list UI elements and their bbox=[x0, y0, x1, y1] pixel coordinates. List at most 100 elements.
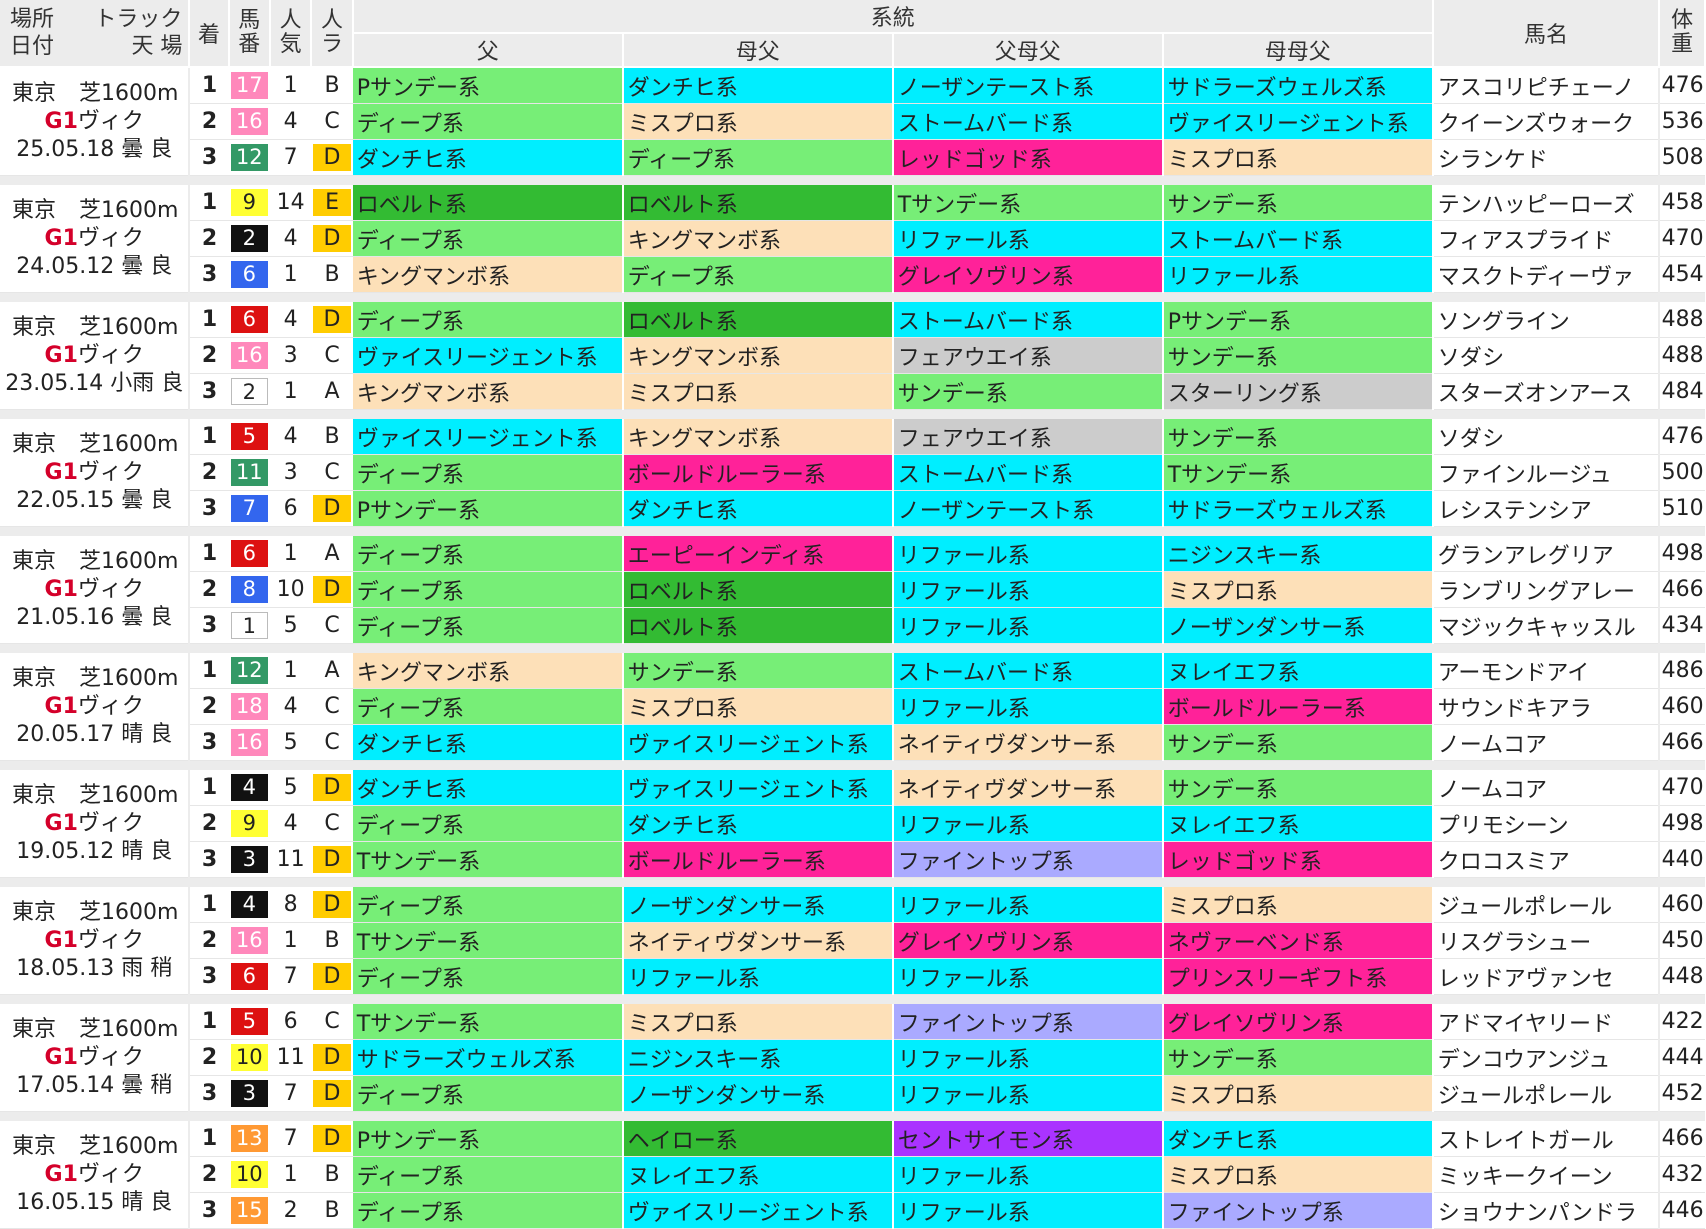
father-mother-father-line-cell: リファール系 bbox=[892, 1192, 1164, 1229]
race-weather: 晴 bbox=[121, 721, 144, 747]
mother-father-line-cell: ヴァイスリージェント系 bbox=[622, 724, 894, 761]
mother-father-line-cell: ノーザンダンサー系 bbox=[622, 1075, 894, 1112]
umaban-badge: 10 bbox=[230, 1044, 268, 1071]
table-row: 2 18 4 C ディープ系 ミスプロ系 リファール系 ボールドルーラー系 サウ… bbox=[0, 688, 1705, 725]
nra-badge: B bbox=[324, 1198, 340, 1223]
weight-cell: 454 bbox=[1659, 256, 1705, 293]
horse-name-cell: マジックキャッスル bbox=[1432, 607, 1661, 644]
horse-name-cell: ジュールポレール bbox=[1432, 1075, 1661, 1112]
mother-mother-father-line-cell: サンデー系 bbox=[1162, 419, 1434, 455]
table-row: 3 6 7 D ディープ系 リファール系 リファール系 プリンスリーギフト系 レ… bbox=[0, 958, 1705, 995]
father-line-cell: ディープ系 bbox=[352, 302, 624, 338]
nra-cell: B bbox=[311, 1156, 353, 1193]
nra-cell: D bbox=[311, 1075, 353, 1112]
chaku-cell: 3 bbox=[189, 1192, 229, 1229]
nra-badge: B bbox=[324, 262, 340, 287]
nra-badge: D bbox=[313, 846, 351, 873]
umaban-badge: 6 bbox=[230, 306, 268, 333]
weight-cell: 476 bbox=[1659, 419, 1705, 455]
header-weather-ground: 天 場 bbox=[131, 34, 183, 59]
weight-cell: 448 bbox=[1659, 958, 1705, 995]
umaban-badge: 16 bbox=[230, 927, 268, 954]
mother-father-line-cell: ディープ系 bbox=[622, 256, 894, 293]
father-line-cell: キングマンボ系 bbox=[352, 373, 624, 410]
nra-cell: D bbox=[311, 841, 353, 878]
table-header: 場所 トラック 日付 天 場 着 馬番 人気 人ラ 系統 馬名 体重 父 母父 父母… bbox=[0, 0, 1706, 68]
ninki-cell: 7 bbox=[269, 139, 312, 176]
nra-cell: D bbox=[311, 139, 353, 176]
weight-cell: 500 bbox=[1659, 454, 1705, 491]
father-line-cell: ダンチヒ系 bbox=[352, 139, 624, 176]
ninki-cell: 3 bbox=[269, 337, 312, 374]
father-line-cell: ディープ系 bbox=[352, 805, 624, 842]
mother-father-line-cell: ニジンスキー系 bbox=[622, 1039, 894, 1076]
nra-cell: E bbox=[311, 185, 353, 221]
weight-cell: 466 bbox=[1659, 724, 1705, 761]
horse-name-cell: ファインルージュ bbox=[1432, 454, 1661, 491]
father-line-cell: ヴァイスリージェント系 bbox=[352, 419, 624, 455]
father-mother-father-line-cell: ストームバード系 bbox=[892, 653, 1164, 689]
mother-mother-father-line-cell: ネヴァーベンド系 bbox=[1162, 922, 1434, 959]
table-body: 東京 芝1600m G1ヴィク 25.05.18 曇 良 1 17 1 B Pサン… bbox=[0, 67, 1705, 1229]
chaku-cell: 2 bbox=[189, 103, 229, 140]
horse-name-cell: クイーンズウォーク bbox=[1432, 103, 1661, 140]
mother-mother-father-line-cell: サンデー系 bbox=[1162, 724, 1434, 761]
mother-father-line-cell: ミスプロ系 bbox=[622, 373, 894, 410]
table-row: 3 12 7 D ダンチヒ系 ディープ系 レッドゴッド系 ミスプロ系 シランケド… bbox=[0, 139, 1705, 176]
nra-cell: C bbox=[311, 688, 353, 725]
weight-cell: 498 bbox=[1659, 805, 1705, 842]
horse-name-cell: レッドアヴァンセ bbox=[1432, 958, 1661, 995]
umaban-badge: 16 bbox=[230, 342, 268, 369]
umaban-badge: 2 bbox=[230, 378, 268, 405]
race-separator bbox=[0, 760, 1705, 770]
ninki-cell: 4 bbox=[269, 302, 312, 338]
weight-cell: 452 bbox=[1659, 1075, 1705, 1112]
umaban-badge: 10 bbox=[230, 1161, 268, 1188]
race-date: 25.05.18 bbox=[16, 136, 115, 162]
race-weather: 曇 bbox=[121, 136, 144, 162]
race-ground: 良 bbox=[150, 1189, 173, 1215]
mother-mother-father-line-cell: サドラーズウェルズ系 bbox=[1162, 67, 1434, 104]
ninki-cell: 1 bbox=[269, 256, 312, 293]
race-date: 24.05.12 bbox=[16, 253, 115, 279]
race-name: ヴィク bbox=[77, 1161, 144, 1187]
weight-cell: 488 bbox=[1659, 337, 1705, 374]
father-mother-father-line-cell: リファール系 bbox=[892, 571, 1164, 608]
father-mother-father-line-cell: リファール系 bbox=[892, 805, 1164, 842]
father-line-cell: ヴァイスリージェント系 bbox=[352, 337, 624, 374]
weight-cell: 458 bbox=[1659, 185, 1705, 221]
table-row: 2 16 1 B Tサンデー系 ネイティヴダンサー系 グレイソヴリン系 ネヴァー… bbox=[0, 922, 1705, 959]
mother-mother-father-line-cell: ストームバード系 bbox=[1162, 220, 1434, 257]
ninki-cell: 1 bbox=[269, 373, 312, 410]
ninki-cell: 1 bbox=[269, 67, 312, 104]
father-mother-father-line-cell: ノーザンテースト系 bbox=[892, 67, 1164, 104]
nra-badge: A bbox=[324, 541, 340, 566]
ninki-cell: 4 bbox=[269, 103, 312, 140]
race-date: 23.05.14 bbox=[5, 370, 104, 396]
mother-father-line-cell: ノーザンダンサー系 bbox=[622, 887, 894, 923]
race-weather: 曇 bbox=[121, 1072, 144, 1098]
father-mother-father-line-cell: フェアウエイ系 bbox=[892, 337, 1164, 374]
mother-father-line-cell: ヘイロー系 bbox=[622, 1121, 894, 1157]
table-row: 2 10 11 D サドラーズウェルズ系 ニジンスキー系 リファール系 サンデー… bbox=[0, 1039, 1705, 1076]
nra-badge: B bbox=[324, 1162, 340, 1187]
nra-cell: C bbox=[311, 724, 353, 761]
horse-name-cell: アスコリピチェーノ bbox=[1432, 67, 1661, 104]
weight-cell: 446 bbox=[1659, 1192, 1705, 1229]
nra-cell: D bbox=[311, 1121, 353, 1157]
mother-mother-father-line-cell: ミスプロ系 bbox=[1162, 139, 1434, 176]
header-mother-mother-father: 母母父 bbox=[1162, 33, 1434, 68]
race-track: 芝1600m bbox=[79, 197, 179, 223]
umaban-badge: 12 bbox=[230, 144, 268, 171]
umaban-badge: 1 bbox=[230, 612, 268, 639]
umaban-cell: 3 bbox=[228, 1075, 270, 1112]
ninki-cell: 2 bbox=[269, 1192, 312, 1229]
header-track: トラック bbox=[94, 7, 183, 32]
chaku-cell: 2 bbox=[189, 571, 229, 608]
chaku-cell: 2 bbox=[189, 1039, 229, 1076]
header-father: 父 bbox=[352, 33, 624, 68]
horse-name-cell: ショウナンパンドラ bbox=[1432, 1192, 1661, 1229]
race-separator bbox=[0, 526, 1705, 536]
umaban-cell: 5 bbox=[228, 419, 270, 455]
ninki-cell: 11 bbox=[269, 1039, 312, 1076]
